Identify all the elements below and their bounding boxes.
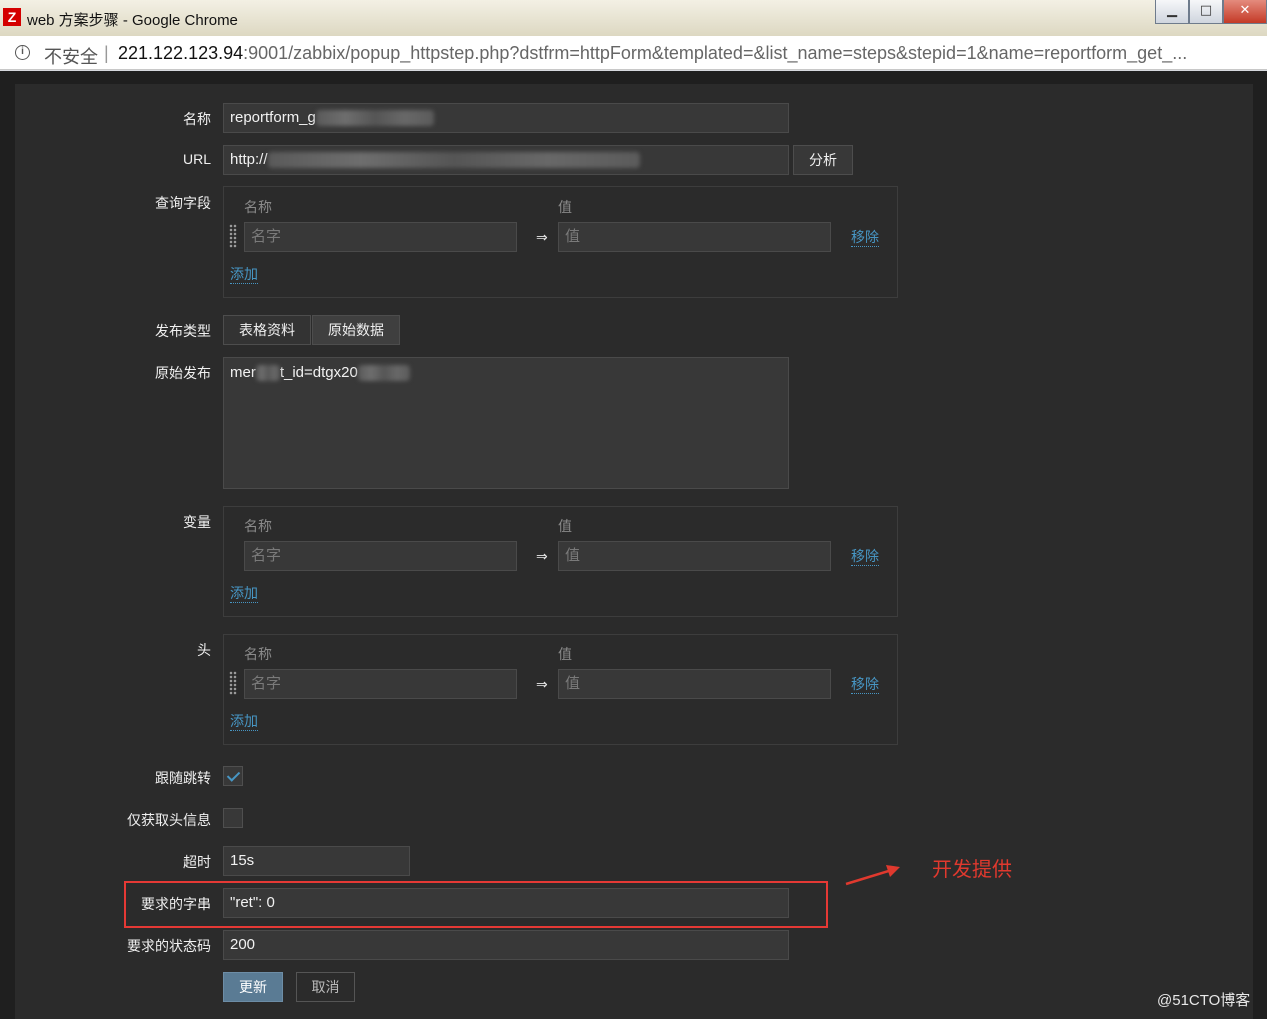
variable-name-input[interactable]: 名字 [244, 541, 517, 571]
info-icon[interactable]: i [15, 45, 30, 60]
close-button[interactable]: ✕ [1223, 0, 1267, 24]
url-value: http:// [230, 151, 268, 168]
redacted-blur [267, 152, 640, 169]
address-bar[interactable]: i 不安全 | 221.122.123.94:9001/zabbix/popup… [0, 36, 1267, 70]
header-remove-link[interactable]: 移除 [851, 676, 879, 694]
query-remove-link[interactable]: 移除 [851, 229, 879, 247]
query-name-input[interactable]: 名字 [244, 222, 517, 252]
tab-raw-data[interactable]: 原始数据 [312, 315, 400, 345]
redacted-blur [255, 365, 280, 382]
watermark: @51CTO博客 [1157, 992, 1251, 1009]
maximize-button[interactable]: □ [1189, 0, 1223, 24]
status-codes-label: 要求的状态码 [127, 938, 211, 954]
minimize-button[interactable]: ▁ [1155, 0, 1189, 24]
address-separator: | [104, 43, 109, 63]
header-name-input[interactable]: 名字 [244, 669, 517, 699]
raw-post-value-rest: t_id=dtgx20 [279, 364, 358, 381]
arrow-icon: ⇒ [536, 677, 548, 693]
highlight-box [124, 881, 828, 928]
security-label[interactable]: 不安全 [44, 43, 98, 69]
url-text[interactable]: 221.122.123.94:9001/zabbix/popup_httpste… [118, 43, 1264, 64]
cancel-button[interactable]: 取消 [296, 972, 355, 1002]
header-add-link[interactable]: 添加 [230, 713, 258, 731]
raw-post-label: 原始发布 [155, 365, 211, 381]
retrieve-headers-checkbox[interactable] [223, 808, 243, 828]
header-value-input[interactable]: 值 [558, 669, 831, 699]
query-fields-label: 查询字段 [155, 195, 211, 211]
follow-redirects-checkbox[interactable] [223, 766, 243, 786]
headers-label: 头 [197, 642, 211, 658]
update-button[interactable]: 更新 [223, 972, 283, 1002]
arrow-icon: ⇒ [536, 230, 548, 246]
query-value-input[interactable]: 值 [558, 222, 831, 252]
variable-value-input[interactable]: 值 [558, 541, 831, 571]
headers-col-value: 值 [558, 646, 572, 662]
post-type-label: 发布类型 [155, 323, 211, 339]
annotation-arrow-icon [845, 865, 900, 886]
url-input[interactable]: http:// [223, 145, 789, 175]
name-input[interactable]: reportform_g [223, 103, 789, 133]
variables-label: 变量 [183, 514, 211, 530]
name-value: reportform_g [230, 109, 316, 126]
window-title: web 方案步骤 - Google Chrome [27, 12, 238, 29]
timeout-label: 超时 [183, 854, 211, 870]
headers-col-name: 名称 [244, 646, 272, 662]
name-label: 名称 [183, 111, 211, 127]
tab-form-data[interactable]: 表格资料 [223, 315, 311, 345]
raw-post-value: mer [230, 364, 256, 381]
redacted-blur [315, 110, 434, 127]
url-rest: :9001/zabbix/popup_httpstep.php?dstfrm=h… [243, 43, 1188, 63]
follow-redirects-label: 跟随跳转 [155, 770, 211, 786]
variable-remove-link[interactable]: 移除 [851, 548, 879, 566]
status-codes-input[interactable]: 200 [223, 930, 789, 960]
redacted-blur [357, 365, 410, 382]
query-col-name: 名称 [244, 199, 272, 215]
variables-col-value: 值 [558, 518, 572, 534]
annotation-text: 开发提供 [932, 859, 1012, 881]
url-host: 221.122.123.94 [118, 43, 244, 63]
query-add-link[interactable]: 添加 [230, 266, 258, 284]
query-col-value: 值 [558, 199, 572, 215]
url-label: URL [182, 151, 211, 167]
parse-button[interactable]: 分析 [793, 145, 853, 175]
raw-post-textarea[interactable]: mer t_id=dtgx20 [223, 357, 789, 489]
timeout-input[interactable]: 15s [223, 846, 410, 876]
arrow-icon: ⇒ [536, 549, 548, 565]
variable-add-link[interactable]: 添加 [230, 585, 258, 603]
drag-handle-icon[interactable] [229, 224, 237, 248]
zabbix-app-icon: Z [3, 8, 21, 26]
retrieve-headers-label: 仅获取头信息 [127, 812, 211, 828]
window-titlebar: Z web 方案步骤 - Google Chrome ▁ □ ✕ [0, 0, 1267, 36]
drag-handle-icon[interactable] [229, 671, 237, 695]
variables-col-name: 名称 [244, 518, 272, 534]
